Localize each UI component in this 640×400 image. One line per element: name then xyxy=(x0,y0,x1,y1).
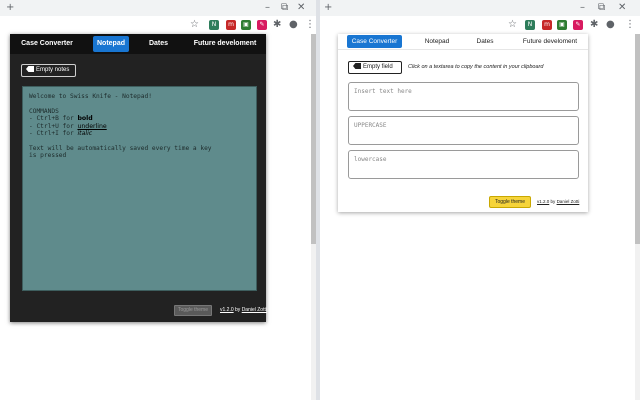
nav-bar: Case Converter Notepad Dates Future deve… xyxy=(338,34,588,50)
tab-case-converter[interactable]: Case Converter xyxy=(347,35,402,48)
toolbar: ☆ N m ▣ ✎ ✱ ● ⋮ xyxy=(0,16,316,34)
tab-case-converter[interactable]: Case Converter xyxy=(18,36,76,52)
clipboard-hint: Click on a textarea to copy the content … xyxy=(408,64,544,70)
author-link[interactable]: Daniel Zotti xyxy=(557,199,580,204)
notepad-line-blank xyxy=(29,137,250,144)
screen: + – ⧉ ✕ ☆ N m ▣ ✎ ✱ ● ⋮ + – ⧉ ✕ ☆ N m ▣ xyxy=(0,0,640,400)
tab-notepad[interactable]: Notepad xyxy=(93,36,129,52)
empty-notes-button[interactable]: Empty notes xyxy=(21,64,76,77)
tab-bar: + – ⧉ ✕ xyxy=(0,0,316,16)
command-text: - Ctrl+U for xyxy=(29,122,78,130)
extension-icon[interactable]: m xyxy=(226,20,236,30)
notepad-line-blank xyxy=(29,100,250,107)
empty-notes-label: Empty notes xyxy=(36,67,70,73)
empty-field-button[interactable]: Empty field xyxy=(348,61,402,74)
plus-icon[interactable]: + xyxy=(324,2,332,14)
command-text: - Ctrl+B for xyxy=(29,115,78,123)
tab-bar: + – ⧉ ✕ xyxy=(320,0,640,16)
author-link[interactable]: Daniel Zotti xyxy=(242,307,267,313)
footer: v1.2.0 by Daniel Zotti xyxy=(537,199,579,205)
notepad-line: is pressed xyxy=(29,152,67,160)
backspace-icon xyxy=(353,63,361,69)
tab-dates[interactable]: Dates xyxy=(473,35,497,48)
puzzle-icon[interactable]: ✱ xyxy=(273,19,281,31)
bold-sample: bold xyxy=(77,115,93,123)
uppercase-field[interactable]: UPPERCASE xyxy=(348,116,579,145)
notepad-line: - Ctrl+U for underline xyxy=(29,123,250,130)
footer: v1.2.0 by Daniel Zotti xyxy=(220,307,267,314)
toggle-theme-button[interactable]: Toggle theme xyxy=(489,196,531,208)
extension-icon[interactable]: N xyxy=(525,20,535,30)
tab-future-development[interactable]: Future develoment xyxy=(518,35,582,48)
popup-dark-theme: Case Converter Notepad Dates Future deve… xyxy=(10,34,267,322)
minimize-icon[interactable]: – xyxy=(580,2,585,14)
star-icon[interactable]: ☆ xyxy=(190,19,199,31)
nav-bar: Case Converter Notepad Dates Future deve… xyxy=(10,34,266,54)
extension-icon[interactable]: m xyxy=(542,20,552,30)
version-link[interactable]: v1.2.0 xyxy=(220,307,234,313)
lowercase-field[interactable]: lowercase xyxy=(348,150,579,179)
puzzle-icon[interactable]: ✱ xyxy=(590,19,598,31)
extension-icon[interactable]: ✎ xyxy=(257,20,267,30)
browser-chrome-right: + – ⧉ ✕ ☆ N m ▣ ✎ ✱ ● ⋮ xyxy=(320,0,640,34)
profile-icon[interactable]: ● xyxy=(289,19,298,31)
notepad-line: - Ctrl+I for italic xyxy=(29,130,250,137)
by-text: by xyxy=(235,307,241,313)
browser-chrome-left: + – ⧉ ✕ ☆ N m ▣ ✎ ✱ ● ⋮ xyxy=(0,0,316,34)
profile-icon[interactable]: ● xyxy=(606,19,615,31)
italic-sample: italic xyxy=(77,129,93,137)
window-divider xyxy=(316,0,320,400)
tab-future-development[interactable]: Future develoment xyxy=(190,36,260,52)
close-icon[interactable]: ✕ xyxy=(618,2,626,14)
tab-dates[interactable]: Dates xyxy=(145,36,172,52)
notepad-line: COMMANDS xyxy=(29,107,59,115)
restore-icon[interactable]: ⧉ xyxy=(281,2,288,14)
notepad-editor[interactable]: Welcome to Swiss Knife - Notepad! COMMAN… xyxy=(22,86,257,291)
tab-notepad[interactable]: Notepad xyxy=(421,35,453,48)
underline-sample: underline xyxy=(77,122,107,130)
menu-dots-icon[interactable]: ⋮ xyxy=(625,19,635,31)
insert-text-field[interactable]: Insert text here xyxy=(348,82,579,111)
extension-icon[interactable]: ✎ xyxy=(573,20,583,30)
extension-icon[interactable]: ▣ xyxy=(557,20,567,30)
extension-icon[interactable]: N xyxy=(209,20,219,30)
minimize-icon[interactable]: – xyxy=(265,2,270,14)
notepad-line: - Ctrl+B for bold xyxy=(29,115,250,122)
notepad-line: Welcome to Swiss Knife - Notepad! xyxy=(29,93,152,100)
extension-icon[interactable]: ▣ xyxy=(241,20,251,30)
popup-light-theme: Case Converter Notepad Dates Future deve… xyxy=(338,34,588,212)
toolbar: ☆ N m ▣ ✎ ✱ ● ⋮ xyxy=(320,16,640,34)
scrollbar-thumb[interactable] xyxy=(311,34,316,244)
by-text: by xyxy=(550,199,556,204)
star-icon[interactable]: ☆ xyxy=(508,19,517,31)
plus-icon[interactable]: + xyxy=(6,2,14,14)
scrollbar-thumb[interactable] xyxy=(635,34,640,244)
scrollbar-left[interactable] xyxy=(311,34,316,400)
command-text: - Ctrl+I for xyxy=(29,129,78,137)
empty-field-label: Empty field xyxy=(363,64,393,70)
restore-icon[interactable]: ⧉ xyxy=(598,2,605,14)
scrollbar-right[interactable] xyxy=(635,34,640,400)
toggle-theme-button[interactable]: Toggle theme xyxy=(174,305,212,316)
notepad-line: Text will be automatically saved every t… xyxy=(29,144,212,152)
menu-dots-icon[interactable]: ⋮ xyxy=(305,19,315,31)
close-icon[interactable]: ✕ xyxy=(297,2,305,14)
version-link[interactable]: v1.2.0 xyxy=(537,199,549,204)
backspace-icon xyxy=(26,66,34,72)
